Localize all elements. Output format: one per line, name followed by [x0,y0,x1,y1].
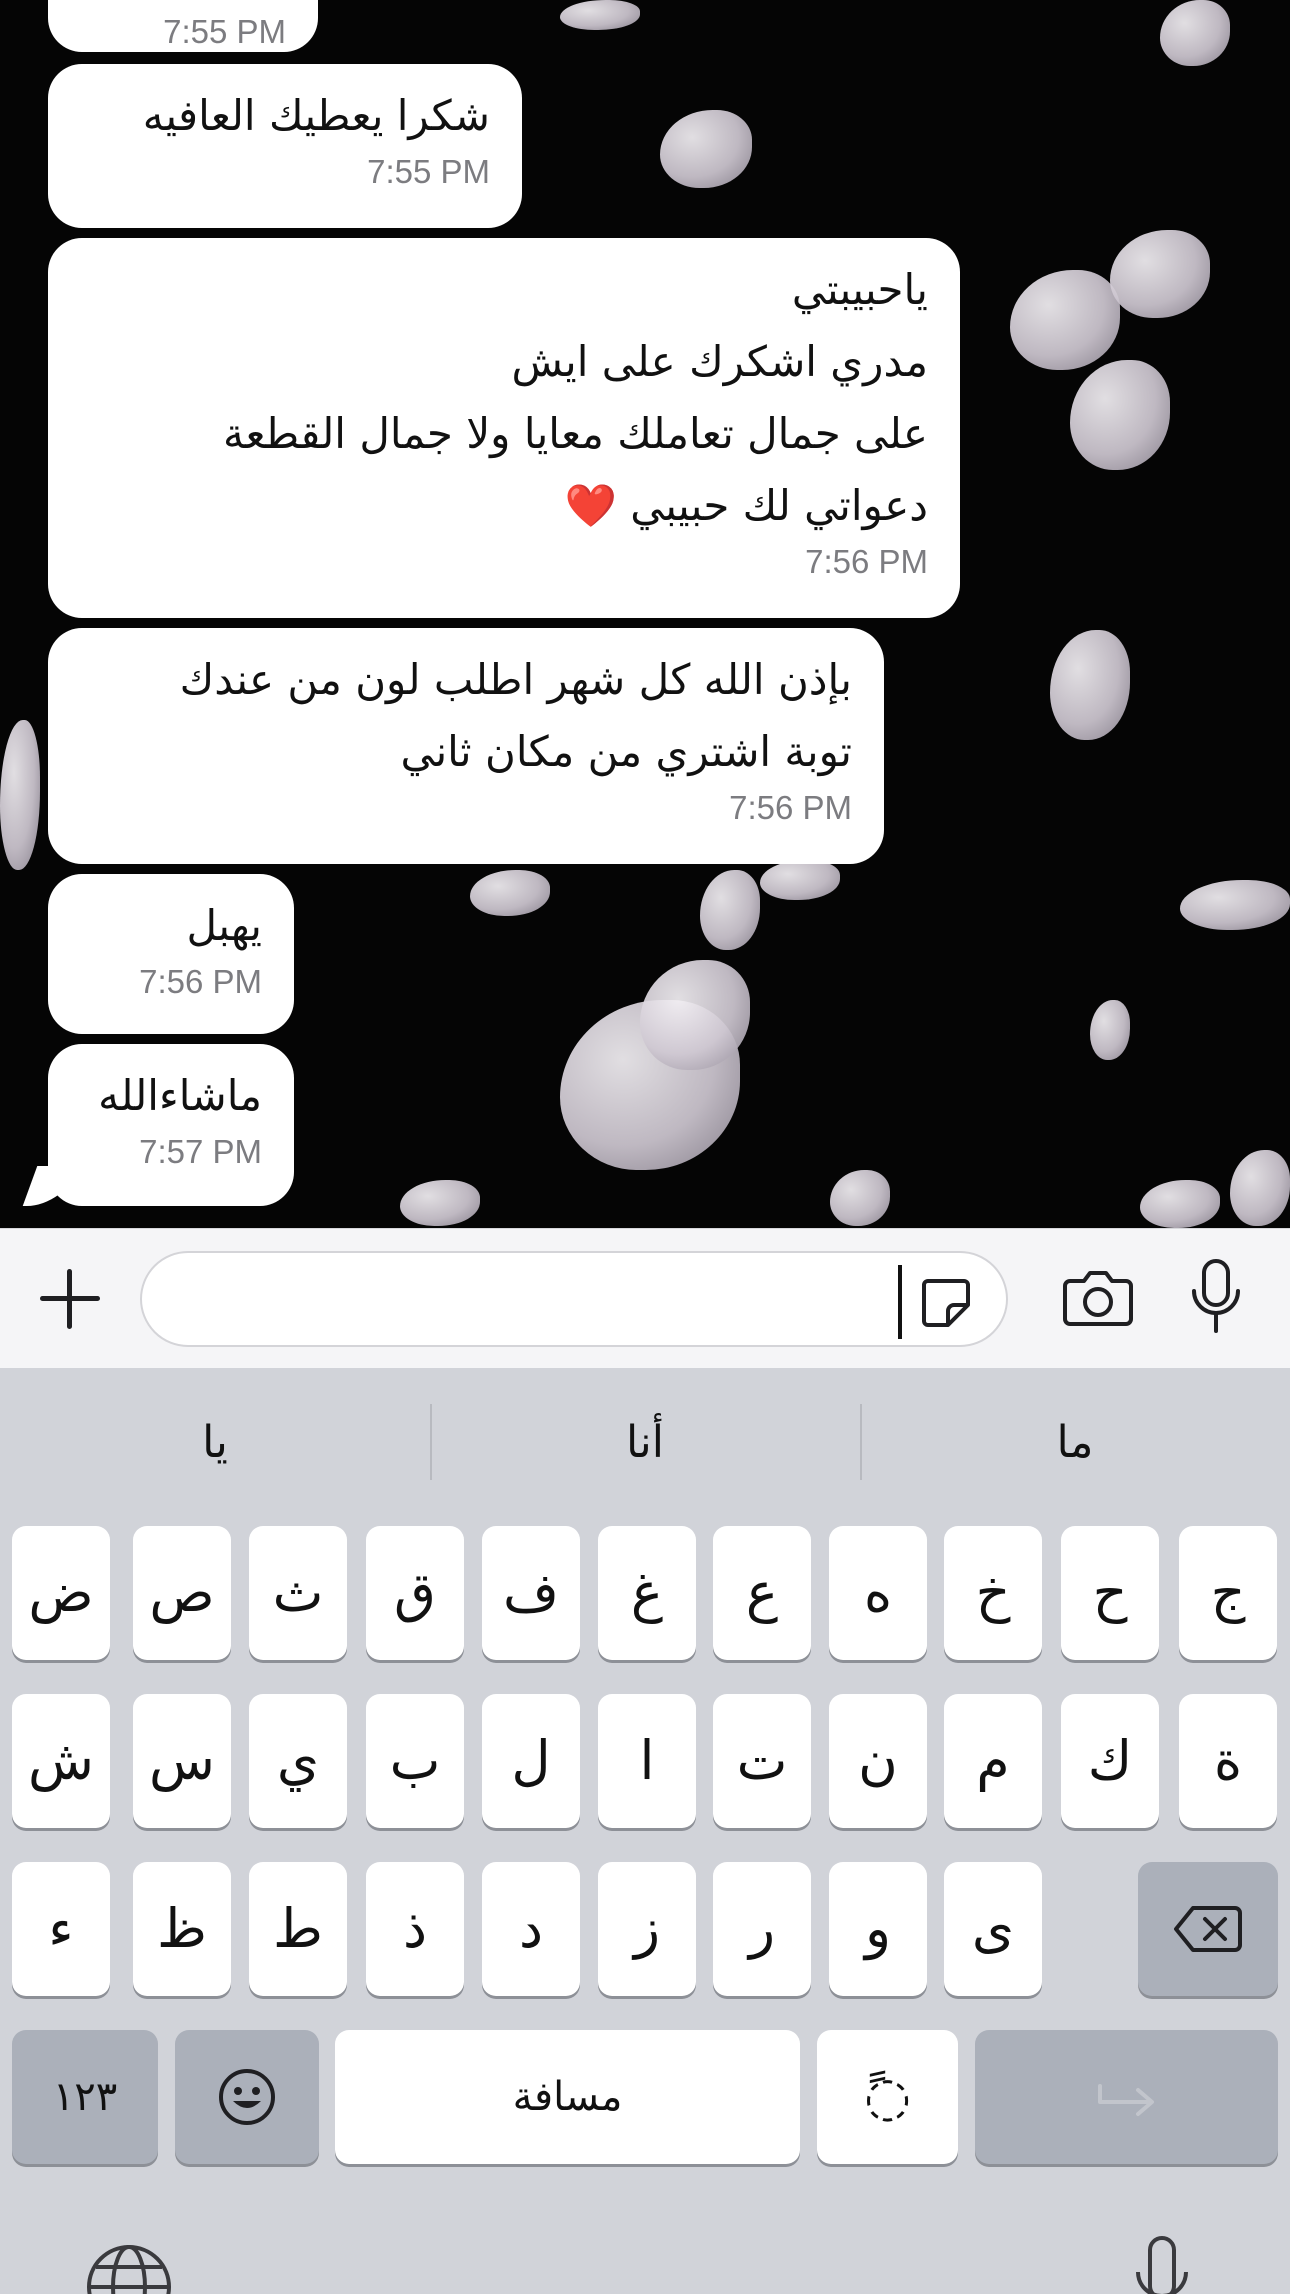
message-text: يهبل [186,901,262,950]
emoji-key[interactable] [175,2030,319,2164]
key[interactable]: ح [1061,1526,1159,1660]
emoji-icon [219,2069,275,2125]
key[interactable]: ش [12,1694,110,1828]
space-key[interactable]: مسافة [335,2030,800,2164]
key[interactable]: غ [598,1526,696,1660]
microphone-icon[interactable] [1188,1257,1244,1337]
key[interactable]: خ [944,1526,1042,1660]
message-timestamp: 7:56 PM [729,789,852,826]
key[interactable]: د [482,1862,580,1996]
backspace-icon [1174,1906,1242,1952]
key[interactable]: ظ [133,1862,231,1996]
message-text: ياحبيبتي مدري اشكرك على ايش على جمال تعا… [223,265,928,530]
message-timestamp: 7:56 PM [805,543,928,580]
message-timestamp: 7:56 PM [139,963,262,1000]
key[interactable]: ل [482,1694,580,1828]
key[interactable]: ه [829,1526,927,1660]
dictation-microphone-icon[interactable] [1132,2234,1192,2294]
message-text: بإذن الله كل شهر اطلب لون من عندك توبة ا… [179,655,852,776]
message-bubble[interactable]: 7:55 PM [48,0,318,52]
key[interactable]: ا [598,1694,696,1828]
key[interactable]: ى [944,1862,1042,1996]
key[interactable]: ذ [366,1862,464,1996]
sticker-icon[interactable] [918,1275,974,1331]
key[interactable]: ع [713,1526,811,1660]
message-input-bar [0,1228,1290,1368]
key[interactable]: ث [249,1526,347,1660]
suggestion-item[interactable]: أنا [430,1398,860,1488]
message-timestamp: 7:55 PM [367,153,490,190]
key[interactable]: ض [12,1526,110,1660]
diacritic-key[interactable]: ً◌ [817,2030,958,2164]
chat-area[interactable]: 7:55 PM شكرا يعطيك العافيه 7:55 PM ياحبي… [0,0,1290,1228]
message-input[interactable] [140,1251,1008,1347]
suggestion-item[interactable]: ما [860,1398,1290,1488]
key[interactable]: ء [12,1862,110,1996]
return-arrow-icon [1097,2084,1154,2116]
key[interactable]: و [829,1862,927,1996]
key[interactable]: ج [1179,1526,1277,1660]
key[interactable]: س [133,1694,231,1828]
text-caret [898,1265,902,1339]
key[interactable]: ق [366,1526,464,1660]
key[interactable]: ر [713,1862,811,1996]
return-key[interactable] [975,2030,1278,2164]
suggestion-item[interactable]: يا [0,1398,430,1488]
key[interactable]: ك [1061,1694,1159,1828]
key[interactable]: ة [1179,1694,1277,1828]
message-timestamp: 7:55 PM [163,13,286,50]
numbers-key[interactable]: ١٢٣ [12,2030,158,2164]
key[interactable]: ب [366,1694,464,1828]
key[interactable]: ف [482,1526,580,1660]
message-bubble[interactable]: ياحبيبتي مدري اشكرك على ايش على جمال تعا… [48,238,960,618]
message-bubble[interactable]: شكرا يعطيك العافيه 7:55 PM [48,64,522,228]
key[interactable]: ز [598,1862,696,1996]
key[interactable]: ي [249,1694,347,1828]
key[interactable]: م [944,1694,1042,1828]
suggestion-bar: يا أنا ما [0,1368,1290,1518]
message-text: شكرا يعطيك العافيه [142,91,490,140]
message-timestamp: 7:57 PM [139,1133,262,1170]
key[interactable]: ص [133,1526,231,1660]
camera-icon[interactable] [1062,1267,1134,1327]
plus-icon[interactable] [36,1265,104,1333]
message-bubble[interactable]: ماشاءالله 7:57 PM [48,1044,294,1206]
key[interactable]: ت [713,1694,811,1828]
delete-key[interactable] [1138,1862,1278,1996]
message-bubble[interactable]: يهبل 7:56 PM [48,874,294,1034]
globe-icon[interactable] [84,2242,174,2294]
message-bubble[interactable]: بإذن الله كل شهر اطلب لون من عندك توبة ا… [48,628,884,864]
key[interactable]: ن [829,1694,927,1828]
message-text: ماشاءالله [98,1071,262,1120]
arabic-keyboard: يا أنا ما ض ص ث ق ف غ ع ه خ ح ج ش س ي ب … [0,1368,1290,2294]
key[interactable]: ط [249,1862,347,1996]
